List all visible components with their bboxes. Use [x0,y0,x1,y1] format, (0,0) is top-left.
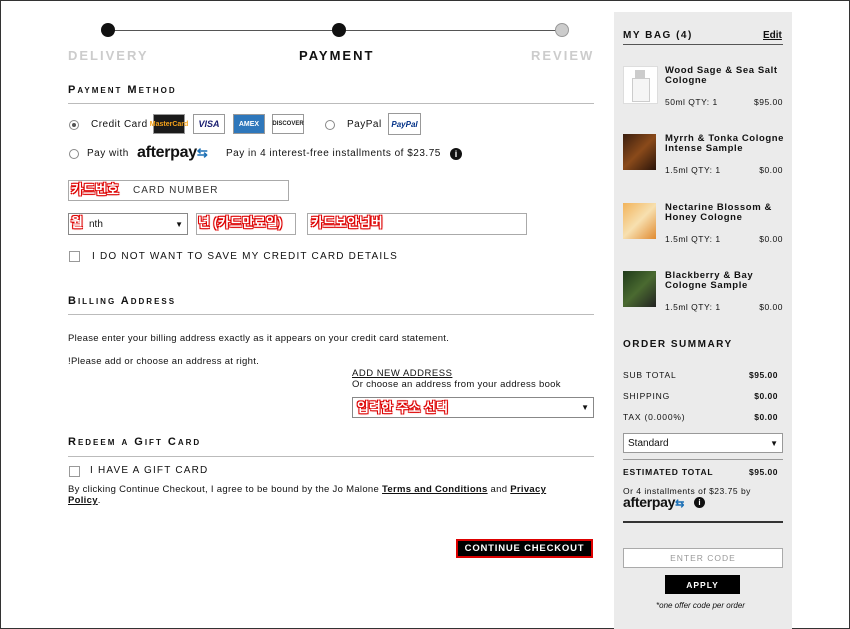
step-payment-label: PAYMENT [299,48,375,63]
shipping-method-value: Standard [628,437,669,449]
product-image-wood-sage[interactable] [623,66,658,104]
paypal-radio[interactable] [325,120,335,130]
product-line: 1.5ml QTY: 1 $0.00 [665,234,783,244]
credit-card-label: Credit Card [91,119,148,130]
divider [623,521,783,523]
step-delivery-label[interactable]: DELIVERY [68,48,149,63]
annotation-month: 월 [71,215,83,230]
chevron-down-icon: ▼ [770,438,778,448]
divider [68,314,594,315]
info-icon[interactable]: i [450,148,462,160]
product-line: 50ml QTY: 1 $95.00 [665,97,783,107]
estimated-total-row: ESTIMATED TOTAL $95.00 [623,467,778,477]
billing-address-title: Billing Address [68,295,177,307]
tax-label: TAX (0.000%) [623,412,686,422]
payment-method-title: Payment Method [68,84,177,96]
step-delivery-dot [101,23,115,37]
privacy-link[interactable]: Privacy [510,484,546,495]
terms-period: . [97,495,101,506]
terms-text: By clicking Continue Checkout, I agree t… [68,484,594,506]
shipping-method-select[interactable]: Standard ▼ [623,433,783,453]
product-image-blackberry[interactable] [623,271,656,307]
product-name[interactable]: Myrrh & Tonka Cologne Intense Sample [665,134,785,153]
visa-logo: VISA [193,114,225,134]
chevron-down-icon: ▼ [175,219,183,229]
subtotal-row: SUB TOTAL $95.00 [623,370,778,380]
product-price: $0.00 [759,234,783,244]
divider [68,456,594,457]
chevron-down-icon: ▼ [581,403,589,412]
promo-code-input[interactable]: ENTER CODE [623,548,783,568]
product-price: $0.00 [759,302,783,312]
product-price: $95.00 [754,97,783,107]
offer-note: *one offer code per order [656,601,745,610]
billing-notice: !Please add or choose an address at righ… [68,356,260,367]
annotation-card-number: 카드번호 [71,182,119,197]
estimated-value: $95.00 [749,467,778,477]
continue-checkout-button[interactable]: CONTINUE CHECKOUT [456,539,593,558]
step-review-dot [555,23,569,37]
product-name[interactable]: Nectarine Blossom & Honey Cologne [665,203,785,222]
bag-title: MY BAG (4) [623,30,693,41]
estimated-label: ESTIMATED TOTAL [623,467,714,477]
shipping-label: SHIPPING [623,391,671,401]
product-qty: 50ml QTY: 1 [665,97,718,107]
save-card-checkbox[interactable] [69,251,80,262]
product-image-myrrh-tonka[interactable] [623,134,656,170]
shipping-row: SHIPPING $0.00 [623,391,778,401]
privacy-link-cont[interactable]: Policy [68,495,98,506]
tax-row: TAX (0.000%) $0.00 [623,412,778,422]
shipping-value: $0.00 [754,391,778,401]
divider [623,459,783,460]
info-icon[interactable]: i [694,497,705,508]
gift-card-title: Redeem a Gift Card [68,436,202,448]
product-line: 1.5ml QTY: 1 $0.00 [665,302,783,312]
annotation-address: 입력한 주소 선택 [357,400,448,415]
month-select[interactable]: nth ▼ [68,213,188,235]
tax-value: $0.00 [754,412,778,422]
order-summary-title: ORDER SUMMARY [623,339,733,350]
gift-card-checkbox[interactable] [69,466,80,477]
product-name[interactable]: Wood Sage & Sea Salt Cologne [665,66,785,85]
afterpay-arrow-icon: ⇆ [196,145,208,160]
address-book-hint: Or choose an address from your address b… [352,379,561,390]
annotation-cvv: 카드보안넘버 [311,215,383,230]
product-qty: 1.5ml QTY: 1 [665,302,721,312]
apply-button[interactable]: APPLY [665,575,740,594]
product-line: 1.5ml QTY: 1 $0.00 [665,165,783,175]
afterpay-logo-sidebar: afterpay⇆ [623,494,684,510]
terms-and: and [487,484,511,495]
product-qty: 1.5ml QTY: 1 [665,165,721,175]
annotation-year: 년 (카드만료일) [198,215,283,230]
product-name[interactable]: Blackberry & Bay Cologne Sample [665,271,785,290]
add-new-address-link[interactable]: ADD NEW ADDRESS [352,368,452,379]
pay-with-label: Pay with [87,148,129,159]
step-payment-dot [332,23,346,37]
afterpay-radio[interactable] [69,149,79,159]
subtotal-label: SUB TOTAL [623,370,677,380]
credit-card-radio[interactable] [69,120,79,130]
gift-card-label: I HAVE A GIFT CARD [90,465,209,476]
afterpay-logo: afterpay⇆ [137,144,208,161]
mastercard-logo: MasterCard [150,114,188,134]
afterpay-text: Pay in 4 interest-free installments of $… [226,148,441,159]
subtotal-value: $95.00 [749,370,778,380]
paypal-logo: PayPal [388,113,421,135]
terms-link[interactable]: Terms and Conditions [382,484,488,495]
discover-logo: DISCOVER [272,114,304,134]
divider [623,44,783,45]
paypal-label: PayPal [347,119,382,130]
terms-prefix: By clicking Continue Checkout, I agree t… [68,484,383,495]
afterpay-arrow-icon: ⇆ [675,498,684,510]
amex-logo: AMEX [233,114,265,134]
product-price: $0.00 [759,165,783,175]
product-image-nectarine[interactable] [623,203,656,239]
save-card-label: I DO NOT WANT TO SAVE MY CREDIT CARD DET… [92,251,398,262]
divider [68,103,594,104]
edit-bag-link[interactable]: Edit [763,30,782,41]
billing-instructions: Please enter your billing address exactl… [68,333,450,344]
step-review-label: REVIEW [531,48,595,63]
product-qty: 1.5ml QTY: 1 [665,234,721,244]
